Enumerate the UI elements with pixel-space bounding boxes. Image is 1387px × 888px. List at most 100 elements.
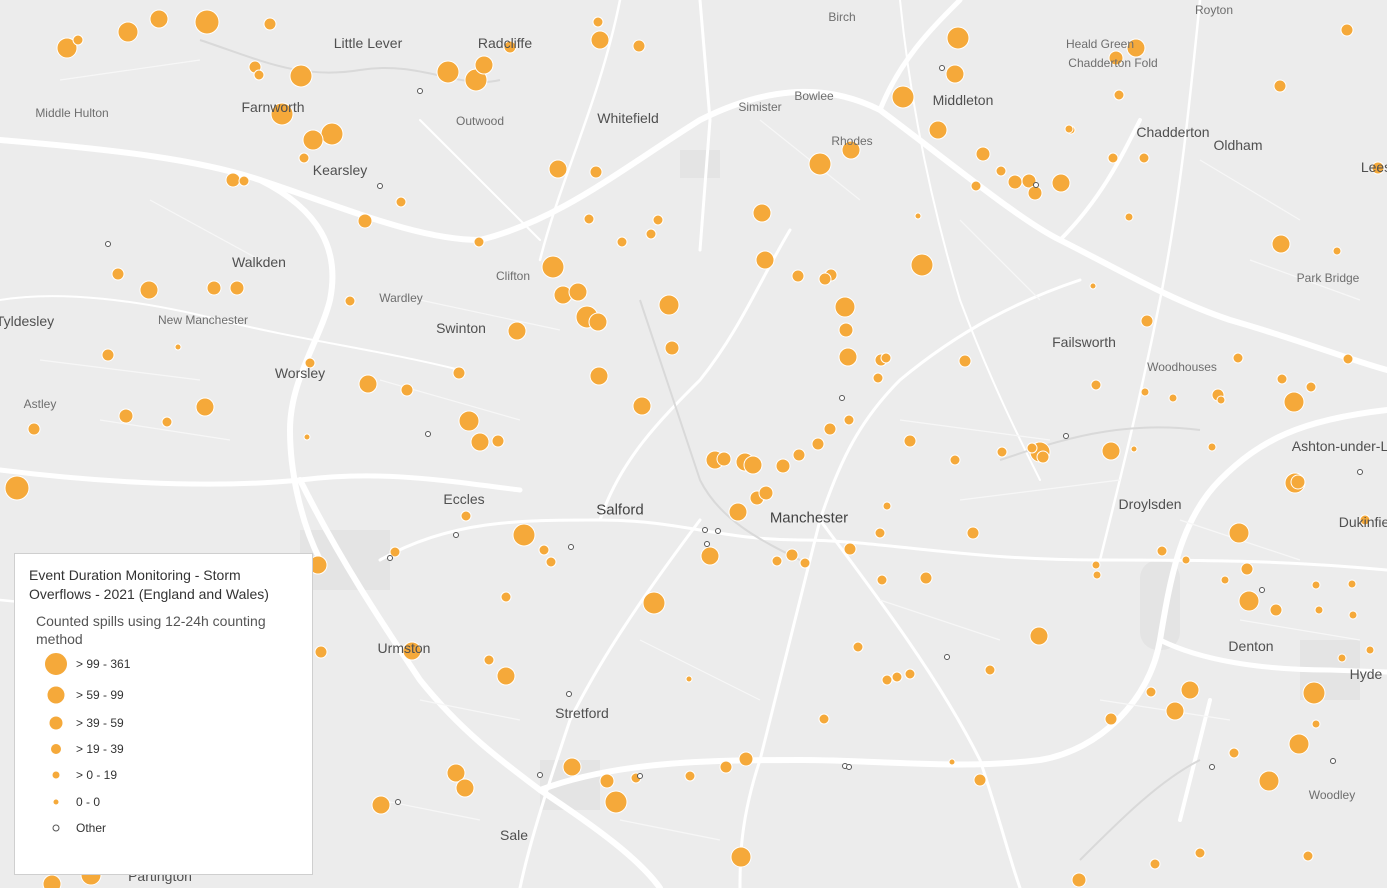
- overflow-symbol[interactable]: [1258, 770, 1280, 792]
- overflow-symbol[interactable]: [371, 795, 391, 815]
- overflow-symbol[interactable]: [882, 501, 892, 511]
- overflow-symbol[interactable]: [1180, 680, 1200, 700]
- overflow-symbol[interactable]: [117, 21, 139, 43]
- overflow-symbol[interactable]: [1101, 441, 1121, 461]
- overflow-symbol[interactable]: [1269, 603, 1283, 617]
- overflow-symbol[interactable]: [1220, 575, 1230, 585]
- overflow-symbol[interactable]: [834, 296, 856, 318]
- overflow-symbol[interactable]: [588, 312, 608, 332]
- overflow-symbol[interactable]: [1181, 555, 1191, 565]
- other-overflow-symbol[interactable]: [715, 528, 721, 534]
- overflow-symbol[interactable]: [945, 64, 965, 84]
- overflow-symbol[interactable]: [538, 544, 550, 556]
- overflow-symbol[interactable]: [470, 432, 490, 452]
- overflow-symbol[interactable]: [1007, 174, 1023, 190]
- overflow-symbol[interactable]: [541, 255, 565, 279]
- other-overflow-symbol[interactable]: [939, 65, 945, 71]
- overflow-symbol[interactable]: [1149, 858, 1161, 870]
- other-overflow-symbol[interactable]: [395, 799, 401, 805]
- overflow-symbol[interactable]: [684, 770, 696, 782]
- overflow-symbol[interactable]: [1165, 701, 1185, 721]
- overflow-symbol[interactable]: [263, 17, 277, 31]
- overflow-symbol[interactable]: [72, 34, 84, 46]
- other-overflow-symbol[interactable]: [387, 555, 393, 561]
- overflow-symbol[interactable]: [792, 448, 806, 462]
- overflow-symbol[interactable]: [785, 548, 799, 562]
- overflow-symbol[interactable]: [685, 675, 693, 683]
- overflow-symbol[interactable]: [1168, 393, 1178, 403]
- overflow-symbol[interactable]: [118, 408, 134, 424]
- overflow-symbol[interactable]: [700, 546, 720, 566]
- overflow-symbol[interactable]: [904, 668, 916, 680]
- overflow-symbol[interactable]: [161, 416, 173, 428]
- overflow-symbol[interactable]: [1089, 282, 1097, 290]
- overflow-symbol[interactable]: [229, 280, 245, 296]
- overflow-symbol[interactable]: [716, 451, 732, 467]
- overflow-symbol[interactable]: [1027, 185, 1043, 201]
- overflow-symbol[interactable]: [1290, 474, 1306, 490]
- overflow-symbol[interactable]: [738, 751, 754, 767]
- other-overflow-symbol[interactable]: [637, 773, 643, 779]
- overflow-symbol[interactable]: [1029, 626, 1049, 646]
- overflow-symbol[interactable]: [891, 671, 903, 683]
- overflow-symbol[interactable]: [496, 666, 516, 686]
- other-overflow-symbol[interactable]: [702, 527, 708, 533]
- overflow-symbol[interactable]: [1302, 681, 1326, 705]
- overflow-symbol[interactable]: [872, 372, 884, 384]
- overflow-symbol[interactable]: [843, 542, 857, 556]
- overflow-symbol[interactable]: [1232, 352, 1244, 364]
- overflow-symbol[interactable]: [1342, 353, 1354, 365]
- other-overflow-symbol[interactable]: [1259, 587, 1265, 593]
- overflow-symbol[interactable]: [1064, 124, 1074, 134]
- overflow-symbol[interactable]: [604, 790, 628, 814]
- overflow-symbol[interactable]: [1311, 719, 1321, 729]
- overflow-symbol[interactable]: [590, 30, 610, 50]
- overflow-symbol[interactable]: [791, 269, 805, 283]
- overflow-symbol[interactable]: [1145, 686, 1157, 698]
- overflow-symbol[interactable]: [111, 267, 125, 281]
- overflow-symbol[interactable]: [1092, 570, 1102, 580]
- overflow-symbol[interactable]: [320, 122, 344, 146]
- other-overflow-symbol[interactable]: [944, 654, 950, 660]
- overflow-symbol[interactable]: [101, 348, 115, 362]
- overflow-symbol[interactable]: [568, 282, 588, 302]
- overflow-symbol[interactable]: [298, 152, 310, 164]
- overflow-symbol[interactable]: [589, 366, 609, 386]
- overflow-symbol[interactable]: [1140, 314, 1154, 328]
- overflow-symbol[interactable]: [174, 343, 182, 351]
- overflow-symbol[interactable]: [507, 321, 527, 341]
- overflow-symbol[interactable]: [1130, 445, 1138, 453]
- overflow-symbol[interactable]: [1026, 442, 1038, 454]
- overflow-symbol[interactable]: [1107, 152, 1119, 164]
- overflow-symbol[interactable]: [1348, 610, 1358, 620]
- overflow-symbol[interactable]: [958, 354, 972, 368]
- overflow-symbol[interactable]: [658, 294, 680, 316]
- other-overflow-symbol[interactable]: [846, 764, 852, 770]
- overflow-symbol[interactable]: [225, 172, 241, 188]
- overflow-symbol[interactable]: [728, 502, 748, 522]
- overflow-symbol[interactable]: [632, 396, 652, 416]
- overflow-symbol[interactable]: [1273, 79, 1287, 93]
- overflow-symbol[interactable]: [206, 280, 222, 296]
- overflow-symbol[interactable]: [970, 180, 982, 192]
- overflow-symbol[interactable]: [583, 213, 595, 225]
- overflow-symbol[interactable]: [891, 85, 915, 109]
- overflow-symbol[interactable]: [919, 571, 933, 585]
- overflow-symbol[interactable]: [973, 773, 987, 787]
- overflow-symbol[interactable]: [758, 485, 774, 501]
- overflow-symbol[interactable]: [811, 437, 825, 451]
- overflow-symbol[interactable]: [719, 760, 733, 774]
- overflow-symbol[interactable]: [1051, 173, 1071, 193]
- overflow-symbol[interactable]: [808, 152, 832, 176]
- other-overflow-symbol[interactable]: [566, 691, 572, 697]
- overflow-symbol[interactable]: [966, 526, 980, 540]
- overflow-symbol[interactable]: [4, 475, 30, 501]
- overflow-symbol[interactable]: [1283, 391, 1305, 413]
- overflow-symbol[interactable]: [838, 347, 858, 367]
- overflow-symbol[interactable]: [139, 280, 159, 300]
- overflow-symbol[interactable]: [799, 557, 811, 569]
- overflow-symbol[interactable]: [984, 664, 996, 676]
- overflow-symbol[interactable]: [949, 454, 961, 466]
- overflow-symbol[interactable]: [852, 641, 864, 653]
- overflow-symbol[interactable]: [1091, 560, 1101, 570]
